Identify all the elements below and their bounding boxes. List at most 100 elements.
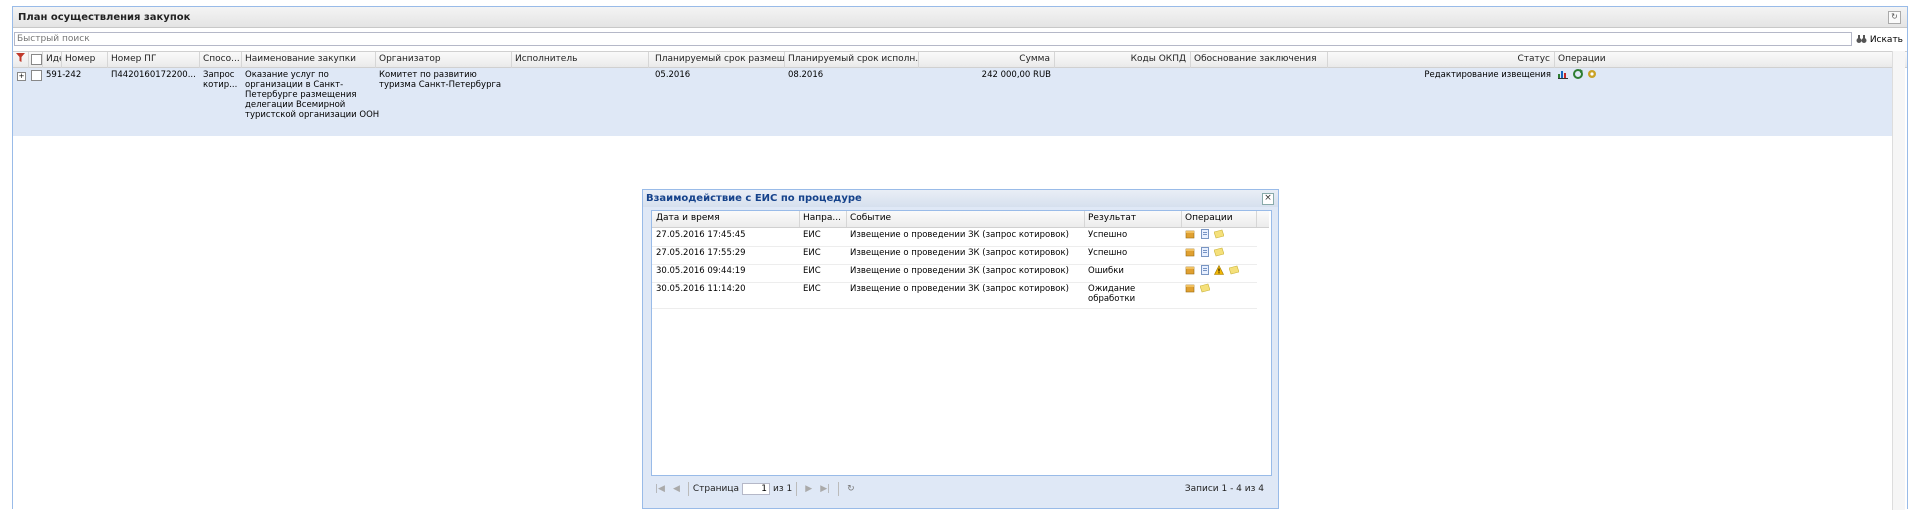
cell-plan-number: П4420160172200... — [111, 70, 196, 80]
cell-event: Извещение о проведении ЗК (запрос котиро… — [850, 230, 1069, 240]
cell-method-line: Запрос — [203, 70, 235, 80]
col-header-id[interactable]: Иде — [43, 52, 62, 68]
note-icon[interactable] — [1229, 265, 1240, 275]
warning-icon[interactable] — [1214, 265, 1225, 275]
table-row[interactable]: 30.05.2016 11:14:20 ЕИС Извещение о пров… — [652, 282, 1257, 309]
cell-datetime: 30.05.2016 11:14:20 — [656, 284, 746, 294]
document-icon[interactable] — [1200, 265, 1210, 275]
cell-direction: ЕИС — [803, 248, 821, 258]
cell-organizer-line: туризма Санкт-Петербурга — [379, 80, 502, 90]
col-header-ops[interactable]: Операции — [1182, 211, 1257, 227]
next-page-icon[interactable]: ▶ — [805, 484, 812, 494]
panel-title: План осуществления закупок — [18, 11, 191, 23]
cell-method-line: котир... — [203, 80, 238, 90]
pagination-toolbar: |◀ ◀ Страница из 1 ▶ ▶| ↻ Записи 1 - 4 и… — [651, 478, 1270, 500]
cell-result: Успешно — [1088, 248, 1128, 258]
col-header-operations[interactable]: Операции — [1555, 52, 1893, 68]
cell-organizer-line: Комитет по развитию — [379, 70, 477, 80]
col-header-justification[interactable]: Обоснование заключения — [1191, 52, 1328, 68]
table-row[interactable]: 27.05.2016 17:45:45 ЕИС Извещение о пров… — [652, 228, 1257, 247]
note-icon[interactable] — [1199, 283, 1210, 293]
quick-search-input[interactable] — [14, 32, 1852, 46]
col-header-datetime[interactable]: Дата и время — [652, 211, 800, 227]
toolbar-separator — [838, 482, 840, 496]
records-count: Записи 1 - 4 из 4 — [1184, 484, 1264, 494]
chart-icon[interactable] — [1558, 69, 1568, 79]
cell-event: Извещение о проведении ЗК (запрос котиро… — [850, 266, 1069, 276]
refresh-icon[interactable] — [1572, 69, 1583, 79]
cell-result: Ожидание обработки — [1088, 284, 1135, 304]
refresh-icon[interactable]: ↻ — [847, 484, 855, 494]
cell-ops — [1185, 283, 1212, 294]
row-expander[interactable]: + — [17, 71, 26, 81]
package-icon[interactable] — [1185, 229, 1195, 239]
first-page-icon[interactable]: |◀ — [655, 484, 665, 494]
col-header-amount[interactable]: Сумма — [919, 52, 1055, 68]
cell-event: Извещение о проведении ЗК (запрос котиро… — [850, 248, 1069, 258]
cell-name-line: туристской организации ООН — [245, 110, 380, 120]
cell-name-line: организации в Санкт- — [245, 80, 344, 90]
toolbar-separator — [687, 482, 689, 496]
document-icon[interactable] — [1200, 229, 1210, 239]
search-button[interactable]: Искать — [1856, 32, 1903, 47]
cell-name-line: Оказание услуг по — [245, 70, 329, 80]
cell-operations — [1558, 69, 1599, 80]
note-icon[interactable] — [1214, 247, 1225, 257]
col-header-okpd[interactable]: Коды ОКПД — [1055, 52, 1191, 68]
col-header-number[interactable]: Номер — [62, 52, 108, 68]
cell-purchase-name: Оказание услуг по организации в Санкт- П… — [245, 70, 379, 120]
cell-name-line: делегации Всемирной — [245, 100, 346, 110]
dialog-header: Взаимодействие с ЕИС по процедуре — [643, 190, 1278, 207]
col-header-purchase-name[interactable]: Наименование закупки — [242, 52, 376, 68]
page-label: Страница — [692, 484, 740, 494]
binoculars-icon — [1856, 35, 1867, 43]
note-icon[interactable] — [1214, 229, 1225, 239]
cell-number: 242 — [65, 70, 82, 80]
cell-ops — [1185, 247, 1226, 258]
cell-direction: ЕИС — [803, 230, 821, 240]
cell-ops — [1185, 265, 1241, 276]
table-row[interactable]: 30.05.2016 09:44:19 ЕИС Извещение о пров… — [652, 264, 1257, 283]
clear-filter-icon[interactable] — [13, 52, 29, 68]
document-icon[interactable] — [1200, 247, 1210, 257]
cell-direction: ЕИС — [803, 266, 821, 276]
select-all-checkbox[interactable] — [29, 52, 43, 68]
dialog-grid: Дата и время Напра... Событие Результат … — [651, 210, 1272, 476]
table-row[interactable]: + 591- 242 П4420160172200... Запрос коти… — [13, 68, 1893, 136]
prev-page-icon[interactable]: ◀ — [673, 484, 680, 494]
refresh-icon[interactable]: ↻ — [1888, 11, 1901, 24]
cell-datetime: 30.05.2016 09:44:19 — [656, 266, 746, 276]
col-header-executor[interactable]: Исполнитель — [512, 52, 649, 68]
col-header-direction[interactable]: Напра... — [800, 211, 847, 227]
settings-icon[interactable] — [1587, 69, 1597, 79]
close-icon[interactable]: × — [1262, 193, 1274, 205]
page-number-input[interactable] — [742, 483, 771, 495]
cell-direction: ЕИС — [803, 284, 821, 294]
last-page-icon[interactable]: ▶| — [820, 484, 830, 494]
package-icon[interactable] — [1185, 247, 1195, 257]
cell-result: Успешно — [1088, 230, 1128, 240]
page-total: из 1 — [773, 484, 793, 494]
col-header-execution-date[interactable]: Планируемый срок исполн... — [785, 52, 919, 68]
vertical-scrollbar[interactable] — [1892, 51, 1905, 510]
col-header-plan-number[interactable]: Номер ПГ — [108, 52, 200, 68]
cell-organizer: Комитет по развитию туризма Санкт-Петерб… — [379, 70, 501, 90]
col-header-placement-date[interactable]: Планируемый срок размещ... — [649, 52, 785, 68]
package-icon[interactable] — [1185, 283, 1195, 293]
cell-ops — [1185, 229, 1226, 240]
dialog-title: Взаимодействие с ЕИС по процедуре — [646, 193, 862, 204]
table-row[interactable]: 27.05.2016 17:55:29 ЕИС Извещение о пров… — [652, 246, 1257, 265]
cell-result-line: обработки — [1088, 294, 1136, 304]
package-icon[interactable] — [1185, 265, 1195, 275]
col-header-organizer[interactable]: Организатор — [376, 52, 512, 68]
cell-datetime: 27.05.2016 17:55:29 — [656, 248, 746, 258]
row-checkbox[interactable] — [31, 70, 42, 84]
col-header-status[interactable]: Статус — [1328, 52, 1555, 68]
col-header-method[interactable]: Спосо... — [200, 52, 242, 68]
cell-event: Извещение о проведении ЗК (запрос котиро… — [850, 284, 1069, 294]
cell-method: Запрос котир... — [203, 70, 237, 90]
col-header-event[interactable]: Событие — [847, 211, 1085, 227]
col-header-result[interactable]: Результат — [1085, 211, 1182, 227]
panel-header: План осуществления закупок — [13, 7, 1907, 28]
search-button-label: Искать — [1869, 34, 1903, 45]
